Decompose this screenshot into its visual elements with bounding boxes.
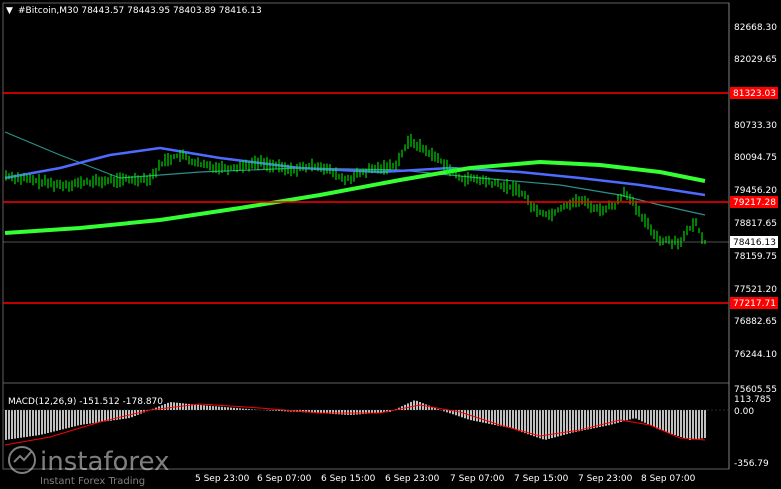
macd-tick: 0.00 <box>734 407 754 417</box>
time-tick: 5 Sep 23:00 <box>195 474 250 484</box>
current-price-label: 78416.13 <box>733 238 776 248</box>
logo-tagline: Instant Forex Trading <box>40 476 145 487</box>
macd-indicator <box>4 400 706 446</box>
time-tick: 7 Sep 23:00 <box>578 474 633 484</box>
time-tick: 7 Sep 07:00 <box>450 474 505 484</box>
price-tick: 76244.10 <box>734 350 777 360</box>
ma-slow-line <box>4 160 706 235</box>
time-axis: 5 Sep 23:00 6 Sep 07:00 6 Sep 15:00 6 Se… <box>195 474 696 484</box>
time-tick: 6 Sep 15:00 <box>321 474 376 484</box>
level-price-label: 79217.28 <box>733 198 776 208</box>
price-tick: 77521.20 <box>734 285 777 295</box>
price-axis: 82668.30 82029.65 80733.30 80094.75 7945… <box>734 23 777 395</box>
macd-tick: -356.79 <box>734 459 769 469</box>
time-tick: 6 Sep 07:00 <box>257 474 312 484</box>
price-tick: 78159.75 <box>734 252 777 262</box>
trading-chart[interactable]: ▼ #Bitcoin,M30 78443.57 78443.95 78403.8… <box>0 0 781 489</box>
logo-chart-icon <box>13 451 32 463</box>
level-price-label: 77217.71 <box>733 299 776 309</box>
macd-tick: 113.785 <box>734 395 771 405</box>
price-tick: 75605.55 <box>734 385 777 395</box>
price-tick: 79456.20 <box>734 186 777 196</box>
macd-title: MACD(12,26,9) -151.512 -178.870 <box>8 397 163 407</box>
price-tick: 82029.65 <box>734 55 777 65</box>
price-tick: 76882.65 <box>734 317 777 327</box>
time-tick: 8 Sep 07:00 <box>641 474 696 484</box>
symbol-header: #Bitcoin,M30 78443.57 78443.95 78403.89 … <box>18 6 262 16</box>
price-tick: 82668.30 <box>734 23 777 33</box>
time-tick: 6 Sep 23:00 <box>385 474 440 484</box>
time-tick: 7 Sep 15:00 <box>514 474 569 484</box>
logo-brand: instaforex <box>40 447 169 477</box>
collapse-arrow-icon[interactable]: ▼ <box>6 6 13 16</box>
price-tick: 80094.75 <box>734 153 777 163</box>
instaforex-logo: instaforex Instant Forex Trading <box>8 446 169 487</box>
level-price-label: 81323.03 <box>733 89 776 99</box>
moving-averages <box>4 131 706 235</box>
price-tick: 80733.30 <box>734 121 777 131</box>
price-tick: 78817.65 <box>734 219 777 229</box>
